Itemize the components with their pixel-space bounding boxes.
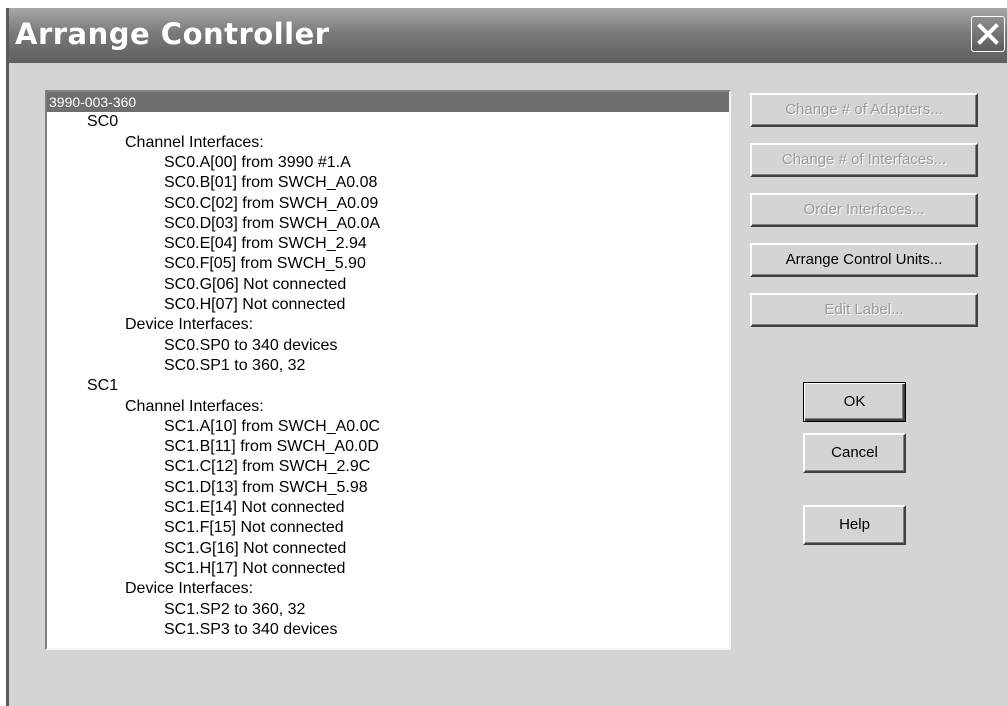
close-x-icon: [977, 23, 999, 45]
tree-item[interactable]: Device Interfaces:: [125, 579, 253, 599]
ok-button[interactable]: OK: [803, 382, 906, 422]
tree-item[interactable]: Device Interfaces:: [125, 315, 253, 335]
tree-item[interactable]: SC1.C[12] from SWCH_2.9C: [164, 457, 370, 477]
tree-item[interactable]: Channel Interfaces:: [125, 397, 264, 417]
tree-item[interactable]: SC1: [87, 376, 118, 396]
tree-item[interactable]: SC0.D[03] from SWCH_A0.0A: [164, 214, 380, 234]
tree-item[interactable]: SC1.SP2 to 360, 32: [164, 600, 305, 620]
edit-label-button[interactable]: Edit Label...: [750, 293, 978, 327]
tree-item-selected[interactable]: 3990-003-360: [47, 92, 729, 112]
tree-item[interactable]: SC1.H[17] Not connected: [164, 559, 345, 579]
close-button[interactable]: [971, 16, 1005, 52]
cancel-button[interactable]: Cancel: [803, 433, 906, 473]
tree-item[interactable]: SC0.F[05] from SWCH_5.90: [164, 254, 366, 274]
tree-item[interactable]: SC0.E[04] from SWCH_2.94: [164, 234, 367, 254]
change-interfaces-button[interactable]: Change # of Interfaces...: [750, 143, 978, 177]
tree-item[interactable]: SC1.SP3 to 340 devices: [164, 620, 337, 640]
arrange-controller-dialog: Arrange Controller 3990-003-360 SC0 Channe…: [6, 8, 1007, 706]
dialog-body: 3990-003-360 SC0 Channel Interfaces: SC0.A[…: [9, 63, 1007, 706]
tree-item[interactable]: SC1.G[16] Not connected: [164, 539, 346, 559]
arrange-control-units-button[interactable]: Arrange Control Units...: [750, 243, 978, 277]
order-interfaces-button[interactable]: Order Interfaces...: [750, 193, 978, 227]
tree-item[interactable]: SC0.A[00] from 3990 #1.A: [164, 153, 351, 173]
tree-item[interactable]: SC0.G[06] Not connected: [164, 275, 346, 295]
tree-item[interactable]: SC0.C[02] from SWCH_A0.09: [164, 194, 378, 214]
change-adapters-button[interactable]: Change # of Adapters...: [750, 93, 978, 127]
tree-item[interactable]: SC0.H[07] Not connected: [164, 295, 345, 315]
controller-tree-listbox[interactable]: 3990-003-360 SC0 Channel Interfaces: SC0.A[…: [45, 90, 731, 650]
tree-item[interactable]: SC0: [87, 112, 118, 132]
tree-item[interactable]: SC1.E[14] Not connected: [164, 498, 345, 518]
tree-item[interactable]: SC1.F[15] Not connected: [164, 518, 344, 538]
help-button[interactable]: Help: [803, 505, 906, 545]
tree-item[interactable]: Channel Interfaces:: [125, 133, 264, 153]
tree-item[interactable]: SC1.B[11] from SWCH_A0.0D: [164, 437, 379, 457]
title-bar[interactable]: Arrange Controller: [9, 8, 1007, 63]
tree-item[interactable]: SC0.SP0 to 340 devices: [164, 336, 337, 356]
tree-item[interactable]: SC0.SP1 to 360, 32: [164, 356, 305, 376]
tree-item[interactable]: SC1.D[13] from SWCH_5.98: [164, 478, 368, 498]
dialog-title: Arrange Controller: [15, 17, 330, 51]
tree-item[interactable]: SC0.B[01] from SWCH_A0.08: [164, 173, 377, 193]
tree-item[interactable]: SC1.A[10] from SWCH_A0.0C: [164, 417, 380, 437]
